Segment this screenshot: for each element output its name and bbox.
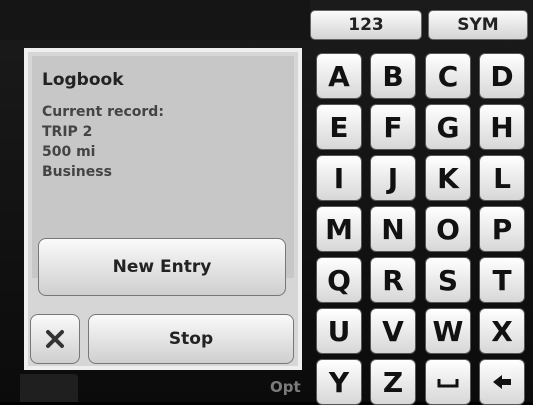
key-label: P bbox=[491, 212, 513, 246]
key-t[interactable]: T bbox=[479, 257, 525, 303]
key-y[interactable]: Y bbox=[316, 359, 362, 405]
key-label: Y bbox=[328, 365, 350, 399]
key-x[interactable]: X bbox=[479, 308, 525, 354]
key-label: S bbox=[437, 263, 459, 297]
key-backspace[interactable] bbox=[479, 359, 525, 405]
new-entry-button[interactable]: New Entry bbox=[38, 238, 286, 296]
key-label: V bbox=[382, 314, 404, 348]
key-label: X bbox=[491, 314, 513, 348]
close-button[interactable] bbox=[30, 314, 80, 364]
symbol-mode-button[interactable]: SYM bbox=[428, 10, 528, 40]
logbook-panel: Logbook Current record: TRIP 2 500 mi Bu… bbox=[24, 48, 302, 370]
key-h[interactable]: H bbox=[479, 104, 525, 150]
key-v[interactable]: V bbox=[370, 308, 416, 354]
backspace-icon bbox=[491, 373, 513, 391]
logbook-title: Logbook bbox=[42, 70, 124, 90]
key-e[interactable]: E bbox=[316, 104, 362, 150]
key-label: Z bbox=[382, 365, 404, 399]
key-label: B bbox=[382, 59, 404, 93]
close-icon bbox=[44, 328, 66, 350]
key-d[interactable]: D bbox=[479, 53, 525, 99]
key-a[interactable]: A bbox=[316, 53, 362, 99]
trip-name: TRIP 2 bbox=[42, 124, 93, 140]
key-f[interactable]: F bbox=[370, 104, 416, 150]
key-label: R bbox=[382, 263, 404, 297]
key-label: Q bbox=[327, 263, 351, 297]
key-label: H bbox=[490, 110, 514, 144]
stop-button[interactable]: Stop bbox=[88, 314, 294, 364]
background-options-label: Opt bbox=[270, 378, 301, 396]
key-label: F bbox=[383, 110, 403, 144]
trip-distance: 500 mi bbox=[42, 144, 96, 160]
key-w[interactable]: W bbox=[425, 308, 471, 354]
navigation-screen: Opt Logbook Current record: TRIP 2 500 m… bbox=[0, 0, 533, 405]
key-o[interactable]: O bbox=[425, 206, 471, 252]
key-label: O bbox=[436, 212, 460, 246]
key-label: W bbox=[432, 314, 464, 348]
key-label: K bbox=[437, 161, 459, 195]
key-n[interactable]: N bbox=[370, 206, 416, 252]
key-b[interactable]: B bbox=[370, 53, 416, 99]
space-icon bbox=[436, 375, 460, 389]
key-k[interactable]: K bbox=[425, 155, 471, 201]
key-c[interactable]: C bbox=[425, 53, 471, 99]
key-label: J bbox=[387, 161, 399, 195]
key-r[interactable]: R bbox=[370, 257, 416, 303]
key-label: D bbox=[490, 59, 514, 93]
key-s[interactable]: S bbox=[425, 257, 471, 303]
key-label: C bbox=[437, 59, 459, 93]
key-q[interactable]: Q bbox=[316, 257, 362, 303]
key-i[interactable]: I bbox=[316, 155, 362, 201]
background-header bbox=[0, 0, 310, 40]
key-g[interactable]: G bbox=[425, 104, 471, 150]
current-record-label: Current record: bbox=[42, 104, 164, 120]
key-label: U bbox=[327, 314, 351, 348]
key-label: E bbox=[329, 110, 349, 144]
key-label: I bbox=[333, 161, 345, 195]
key-m[interactable]: M bbox=[316, 206, 362, 252]
key-label: N bbox=[381, 212, 405, 246]
key-p[interactable]: P bbox=[479, 206, 525, 252]
key-label: A bbox=[328, 59, 350, 93]
trip-category: Business bbox=[42, 164, 112, 180]
key-space[interactable] bbox=[425, 359, 471, 405]
key-label: L bbox=[493, 161, 511, 195]
key-z[interactable]: Z bbox=[370, 359, 416, 405]
key-label: G bbox=[436, 110, 460, 144]
key-label: M bbox=[325, 212, 353, 246]
key-u[interactable]: U bbox=[316, 308, 362, 354]
key-label: T bbox=[492, 263, 512, 297]
key-l[interactable]: L bbox=[479, 155, 525, 201]
numeric-mode-button[interactable]: 123 bbox=[310, 10, 422, 40]
key-j[interactable]: J bbox=[370, 155, 416, 201]
background-tab bbox=[20, 374, 78, 402]
